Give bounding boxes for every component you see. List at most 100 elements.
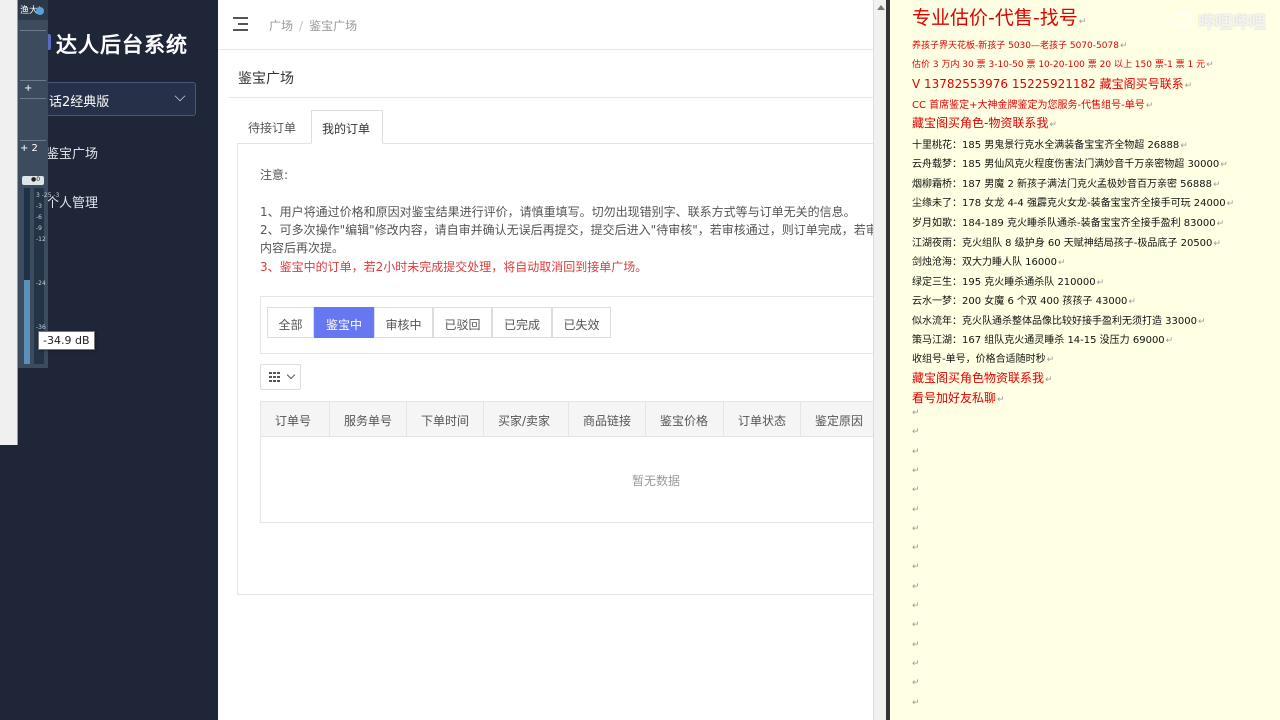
- mixer-mute-toggle[interactable]: ●0: [22, 176, 44, 185]
- mixer-channel-label[interactable]: + 2: [20, 143, 38, 154]
- tab-my-orders[interactable]: 我的订单: [311, 110, 383, 144]
- column-order-no[interactable]: 订单号: [261, 402, 330, 437]
- top-bar: 广场 / 鉴宝广场: [218, 0, 885, 50]
- note-line: 收组号-单号，价格合适随时秒↵: [912, 354, 1055, 365]
- filter-completed-button[interactable]: 已完成: [492, 307, 552, 338]
- paragraph-mark: ↵: [912, 581, 920, 592]
- note-line: 养孩子界天花板-新孩子 5030—老孩子 5070-5078↵: [912, 41, 1128, 51]
- paragraph-mark: ↵: [912, 639, 920, 650]
- note-line: 尘缘未了：178 女龙 4-4 强霹克火女龙-装备宝宝齐全接手可玩 24000↵: [912, 198, 1235, 209]
- chevron-down-icon: [286, 370, 296, 380]
- note-line: 剑烛沧海：双大力睡人队 16000↵: [912, 257, 1066, 268]
- paragraph-mark: ↵: [912, 601, 920, 611]
- note-line: V 13782553976 15225921182 藏宝阁买号联系↵: [912, 77, 1193, 91]
- note-line: 云水一梦：200 女魔 6 个双 400 孩孩子 43000↵: [912, 296, 1136, 307]
- mixer-scale-tick: [36, 245, 59, 256]
- breadcrumb: 广场 / 鉴宝广场: [269, 19, 358, 33]
- volume-meter-level: [24, 280, 30, 364]
- notice-line: 内容后再次提。: [260, 241, 345, 255]
- menu-toggle-icon[interactable]: [233, 17, 248, 31]
- note-line: 江湖夜雨：克火组队 8 级护身 60 天赋神结局孩子-极品底子 20500↵: [912, 238, 1221, 249]
- paragraph-mark: ↵: [912, 562, 920, 573]
- paragraph-mark: ↵: [912, 658, 920, 669]
- tab-pending-orders[interactable]: 待接订单: [238, 110, 309, 144]
- mixer-scale-tick: [36, 311, 59, 322]
- breadcrumb-item-current: 鉴宝广场: [309, 19, 358, 33]
- scroll-up-icon[interactable]: [877, 5, 885, 10]
- mixer-scale-tick: [36, 300, 59, 311]
- mixer-scale: 3 -25 -3 -3 -6 -9 -12 -24 -36: [36, 190, 59, 333]
- mixer-add-button[interactable]: +: [24, 83, 32, 94]
- page-title: 鉴宝广场: [238, 71, 294, 87]
- column-product-link[interactable]: 商品链接: [569, 402, 646, 437]
- grid-icon: [269, 372, 280, 382]
- table-empty-text: 暂无数据: [631, 474, 680, 488]
- note-line: 岁月如歌：184-189 克火睡杀队通杀-装备宝宝齐全接手盈利 83000↵: [912, 218, 1225, 229]
- breadcrumb-item-square[interactable]: 广场: [269, 19, 293, 33]
- note-line: 藏宝阁买角色-物资联系我↵: [912, 116, 1057, 130]
- mixer-divider: [20, 98, 46, 99]
- column-appraisal-price[interactable]: 鉴宝价格: [646, 402, 724, 437]
- paragraph-mark: ↵: [912, 446, 920, 457]
- note-line: 烟柳霜桥：187 男魔 2 新孩子满法门克火孟极妙音百万亲密 56888↵: [912, 179, 1221, 190]
- gear-icon[interactable]: [36, 7, 44, 15]
- notice-line: 1、用户将通过价格和原因对鉴宝结果进行评价，请慎重填写。切勿出现错别字、联系方式…: [260, 205, 856, 219]
- orders-table: 订单号 服务单号 下单时间 买家/卖家 商品链接 鉴宝价格 订单状态 鉴定原因 …: [260, 401, 885, 523]
- main-scrollbar[interactable]: [873, 0, 886, 720]
- column-service-no[interactable]: 服务单号: [330, 402, 407, 437]
- note-line: 藏宝阁买角色物资联系我↵: [912, 371, 1053, 385]
- column-toggle-button[interactable]: [260, 364, 301, 390]
- column-order-status[interactable]: 订单状态: [724, 402, 801, 437]
- paragraph-mark: ↵: [912, 620, 920, 631]
- mixer-divider: [20, 140, 46, 141]
- paragraph-mark: ↵: [912, 504, 920, 515]
- mixer-scale-tick: -24: [36, 280, 46, 287]
- note-line: 似水流年：克火队通杀整体品像比较好接手盈利无须打造 33000↵: [912, 316, 1206, 327]
- filter-all-button[interactable]: 全部: [267, 307, 314, 338]
- filter-rejected-button[interactable]: 已驳回: [433, 307, 492, 338]
- note-line: 策马江湖：167 组队克火通灵睡杀 14-15 没压力 69000↵: [912, 335, 1174, 346]
- watermark: 哔哩哔哩: [1198, 13, 1266, 33]
- paragraph-mark: ↵: [912, 523, 920, 534]
- notice-warning: 3、鉴宝中的订单，若2小时未完成提交处理，将自动取消回到接单广场。: [260, 260, 648, 274]
- note-line: CC 首席鉴定+大神金牌鉴定为您服务-代售组号-单号↵: [912, 100, 1154, 111]
- paragraph-mark: ↵: [912, 543, 920, 554]
- note-line: 专业估价-代售-找号↵: [912, 7, 1087, 29]
- tab-panel: 注意: 1、用户将通过价格和原因对鉴宝结果进行评价，请慎重填写。切勿出现错别字、…: [237, 143, 885, 595]
- filter-appraising-button[interactable]: 鉴宝中: [314, 307, 374, 338]
- filter-expired-button[interactable]: 已失效: [552, 307, 611, 338]
- mixer-scale-tick: -12: [36, 236, 46, 243]
- notice-line: 2、可多次操作"编辑"修改内容，请自审并确认无误后再提交，提交后进入"待审核"，…: [260, 223, 878, 237]
- notice-title: 注意:: [260, 168, 289, 182]
- note-line: 看号加好友私聊↵: [912, 391, 1005, 405]
- mixer-scale-tick: -6: [36, 214, 42, 221]
- mixer-title[interactable]: 渔大I: [18, 0, 48, 20]
- mixer-scale-tick: [36, 256, 59, 267]
- note-line: 估价 3 万内 30 票 3-10-50 票 10-20-100 票 20 以上…: [912, 60, 1214, 70]
- notes-panel: 专业估价-代售-找号↵ 养孩子界天花板-新孩子 5030—老孩子 5070-50…: [890, 0, 1280, 720]
- paragraph-mark: ↵: [912, 427, 920, 438]
- mixer-scale-tick: [36, 289, 59, 300]
- header-divider: [228, 97, 885, 98]
- paragraph-mark: ↵: [912, 465, 920, 476]
- version-select-value: 话2经典版: [49, 95, 110, 110]
- chevron-down-icon: [174, 90, 186, 102]
- mixer-divider: [20, 80, 46, 81]
- paragraph-mark: ↵: [912, 485, 920, 496]
- paragraph-mark: ↵: [912, 408, 920, 418]
- sidebar-item-appraisal-square[interactable]: 鉴宝广场: [46, 143, 98, 162]
- db-tooltip: -34.9 dB: [38, 331, 95, 350]
- brand-title: 达人后台系统: [56, 33, 188, 57]
- filter-reviewing-button[interactable]: 审核中: [374, 307, 433, 338]
- main-content: 广场 / 鉴宝广场 鉴宝广场 注意: 1、用户将通过价格和原因对鉴宝结果进行评价，请…: [218, 0, 886, 720]
- column-order-time[interactable]: 下单时间: [407, 402, 484, 437]
- mixer-scale-tick: -9: [36, 225, 42, 232]
- table-header: 订单号 服务单号 下单时间 买家/卖家 商品链接 鉴宝价格 订单状态 鉴定原因: [261, 402, 885, 437]
- column-buyer-seller[interactable]: 买家/卖家: [484, 402, 569, 437]
- status-filter-group: 全部 鉴宝中 审核中 已驳回 已完成 已失效: [260, 296, 885, 354]
- note-line: 绿定三生：195 克火睡杀通杀队 210000↵: [912, 277, 1105, 288]
- bilibili-logo-icon: [1170, 12, 1192, 28]
- mixer-scale-tick: [36, 267, 59, 278]
- version-select[interactable]: 话2经典版: [30, 82, 196, 116]
- note-line: 云舟载梦：185 男仙风克火程度伤害法门满妙音千万亲密物超 30000↵: [912, 159, 1228, 170]
